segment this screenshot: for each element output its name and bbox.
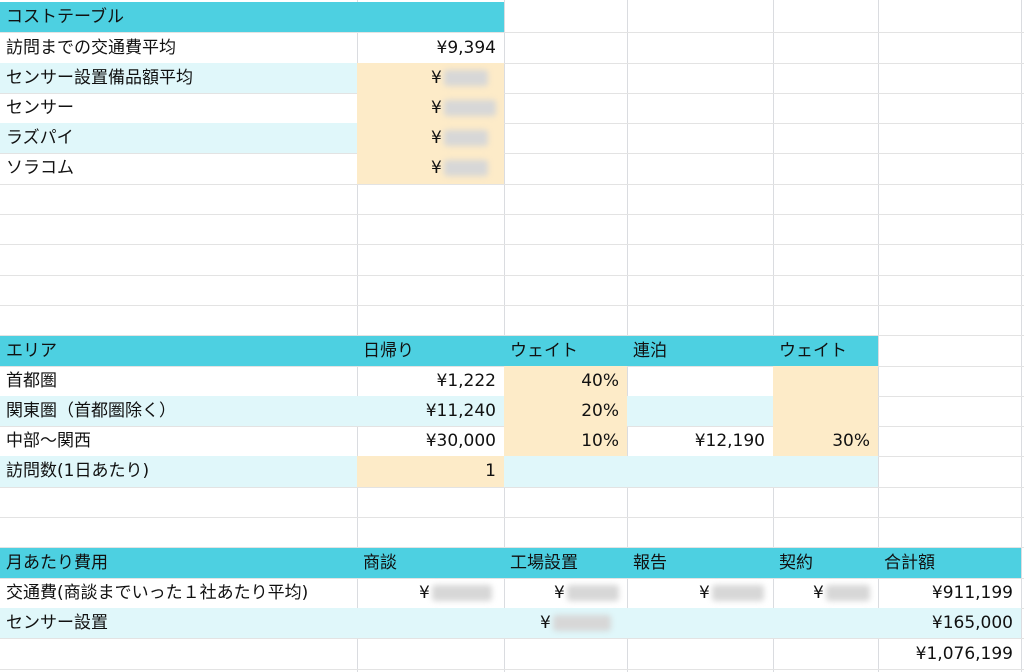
contract-header[interactable]: 契約	[773, 548, 878, 578]
cost-table-title[interactable]: コストテーブル	[0, 2, 504, 32]
currency-symbol: ¥	[431, 68, 442, 88]
transport-total[interactable]: ¥911,199	[878, 578, 1021, 608]
visits-per-day-label[interactable]: 訪問数(1日あたり)	[0, 456, 357, 487]
visits-per-day-value[interactable]: 1	[357, 456, 504, 487]
blurred-amount	[443, 160, 488, 176]
transport-cost-label[interactable]: 交通費(商談までいった１社あたり平均)	[0, 578, 357, 608]
cost-row-label[interactable]: センサー	[0, 93, 357, 123]
overnight-weight[interactable]	[773, 366, 878, 396]
day-trip-cost[interactable]: ¥30,000	[357, 426, 504, 456]
cost-row-label[interactable]: 訪問までの交通費平均	[0, 33, 357, 63]
weight-header[interactable]: ウェイト	[504, 336, 627, 366]
blurred-amount	[443, 130, 488, 146]
cost-row-label[interactable]: ソラコム	[0, 153, 357, 183]
negotiation-cost[interactable]: ¥	[357, 578, 504, 608]
factory-install-header[interactable]: 工場設置	[504, 548, 627, 578]
overnight-cost[interactable]: ¥12,190	[627, 426, 773, 456]
report-header[interactable]: 報告	[627, 548, 773, 578]
report-cost[interactable]	[627, 608, 773, 638]
currency-symbol: ¥	[431, 158, 442, 178]
currency-symbol: ¥	[554, 583, 565, 603]
area-name[interactable]: 中部〜関西	[0, 426, 357, 456]
cost-row-value[interactable]: ¥	[357, 93, 504, 123]
cost-row-value[interactable]: ¥	[357, 63, 504, 93]
currency-symbol: ¥	[431, 98, 442, 118]
negotiation-header[interactable]: 商談	[357, 548, 504, 578]
day-trip-weight[interactable]: 40%	[504, 366, 627, 396]
factory-install-cost[interactable]: ¥	[504, 608, 627, 638]
blurred-amount	[431, 585, 492, 601]
blurred-amount	[825, 585, 870, 601]
day-trip-weight[interactable]: 20%	[504, 396, 627, 426]
monthly-cost-header[interactable]: 月あたり費用	[0, 548, 357, 578]
overnight-weight[interactable]	[773, 396, 878, 426]
blurred-amount	[566, 585, 619, 601]
day-trip-weight[interactable]: 10%	[504, 426, 627, 456]
factory-install-cost[interactable]: ¥	[504, 578, 627, 608]
overnight-header[interactable]: 連泊	[627, 336, 773, 366]
negotiation-cost[interactable]	[357, 608, 504, 638]
currency-symbol: ¥	[540, 613, 551, 633]
sensor-install-label[interactable]: センサー設置	[0, 608, 357, 638]
sensor-install-total[interactable]: ¥165,000	[878, 608, 1021, 638]
report-cost[interactable]: ¥	[627, 578, 773, 608]
day-trip-cost[interactable]: ¥1,222	[357, 366, 504, 396]
overnight-cost[interactable]	[627, 396, 773, 426]
cost-row-label[interactable]: ラズパイ	[0, 123, 357, 153]
area-name[interactable]: 関東圏（首都圏除く）	[0, 396, 357, 426]
weight-header[interactable]: ウェイト	[773, 336, 878, 366]
blurred-amount	[443, 100, 496, 116]
currency-symbol: ¥	[699, 583, 710, 603]
contract-cost[interactable]	[773, 608, 878, 638]
cost-row-value[interactable]: ¥	[357, 123, 504, 153]
currency-symbol: ¥	[431, 128, 442, 148]
cost-row-value[interactable]: ¥9,394	[357, 33, 504, 63]
total-header[interactable]: 合計額	[878, 548, 1021, 578]
overnight-cost[interactable]	[627, 366, 773, 396]
blurred-amount	[711, 585, 764, 601]
contract-cost[interactable]: ¥	[773, 578, 878, 608]
grand-total[interactable]: ¥1,076,199	[878, 639, 1021, 669]
blurred-amount	[443, 70, 488, 86]
day-trip-cost[interactable]: ¥11,240	[357, 396, 504, 426]
cost-row-value[interactable]: ¥	[357, 153, 504, 184]
empty-cells[interactable]	[504, 456, 878, 487]
cost-row-label[interactable]: センサー設置備品額平均	[0, 63, 357, 93]
currency-symbol: ¥	[419, 583, 430, 603]
area-header[interactable]: エリア	[0, 336, 357, 366]
area-name[interactable]: 首都圏	[0, 366, 357, 396]
overnight-weight[interactable]: 30%	[773, 426, 878, 456]
day-trip-header[interactable]: 日帰り	[357, 336, 504, 366]
blurred-amount	[552, 615, 611, 631]
currency-symbol: ¥	[813, 583, 824, 603]
